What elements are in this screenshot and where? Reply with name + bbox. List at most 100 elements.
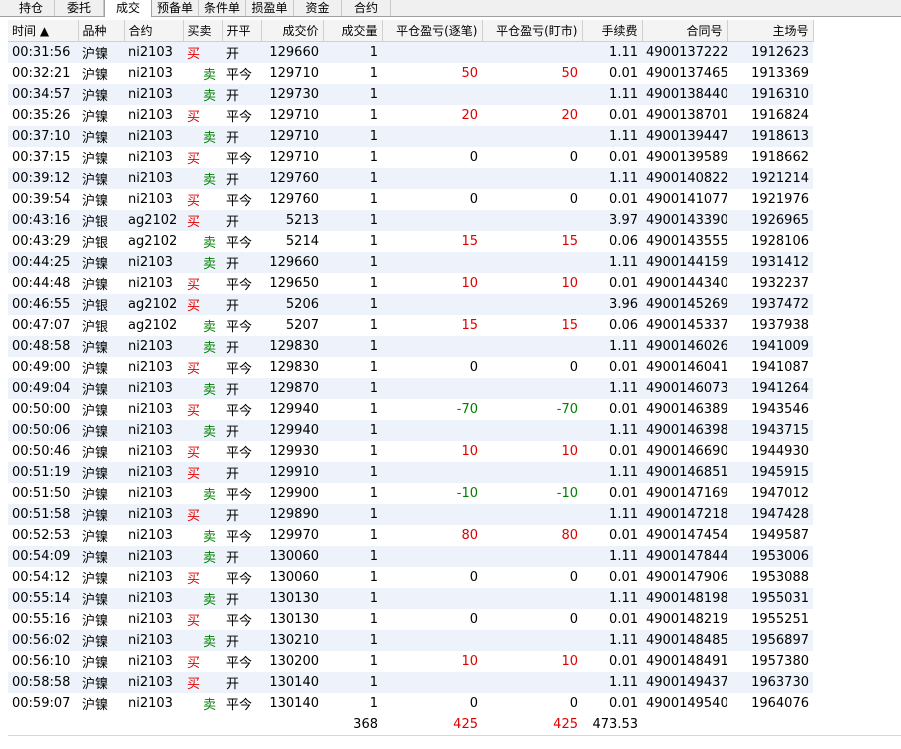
table-row[interactable]: 00:35:26 沪镍 ni2103 买平今 129710 1 20 20 0.01 490013… (8, 105, 813, 126)
cell-volume: 1 (323, 41, 382, 63)
cell-exchange-id: 1955251 (727, 609, 813, 630)
table-row[interactable]: 00:37:15 沪镍 ni2103 买平今 129710 1 0 0 0.01 49001395… (8, 147, 813, 168)
table-row[interactable]: 00:44:48 沪镍 ni2103 买平今 129650 1 10 10 0.01 490014… (8, 273, 813, 294)
column-header-pnl-mark[interactable]: 平仓盈亏(盯市) (482, 20, 583, 42)
table-row[interactable]: 00:50:06 沪镍 ni2103 卖开 129940 1 1.11 4900146398 1… (8, 420, 813, 441)
table-row[interactable]: 00:44:25 沪镍 ni2103 卖开 129660 1 1.11 4900144159 1… (8, 252, 813, 273)
table-row[interactable]: 00:49:00 沪镍 ni2103 买平今 129830 1 0 0 0.01 49001460… (8, 357, 813, 378)
table-row[interactable]: 00:48:58 沪镍 ni2103 卖开 129830 1 1.11 4900146026 1… (8, 336, 813, 357)
table-row[interactable]: 00:39:54 沪镍 ni2103 买平今 129760 1 0 0 0.01 49001410… (8, 189, 813, 210)
cell-product: 沪镍 (78, 84, 124, 105)
column-header-fee[interactable]: 手续费 (582, 20, 643, 42)
cell-exchange-id: 1957380 (727, 651, 813, 672)
column-header-contract[interactable]: 合约 (124, 20, 184, 42)
table-row[interactable]: 00:54:09 沪镍 ni2103 卖开 130060 1 1.11 4900147844 1… (8, 546, 813, 567)
tab-trades[interactable]: 成交 (104, 0, 152, 17)
cell-side: 买 (183, 147, 222, 168)
column-header-product[interactable]: 品种 (78, 20, 125, 42)
cell-pnl-trade: 0 (382, 693, 482, 714)
cell-pnl-trade (382, 420, 482, 441)
cell-pnl-mark (482, 336, 582, 357)
column-header-pnl-trade[interactable]: 平仓盈亏(逐笔) (382, 20, 483, 42)
tab-orders[interactable]: 委托 (55, 0, 104, 16)
cell-pnl-mark: 50 (482, 63, 582, 84)
cell-side: 卖 (183, 483, 222, 504)
table-row[interactable]: 00:55:14 沪镍 ni2103 卖开 130130 1 1.11 4900148198 1… (8, 588, 813, 609)
table-row[interactable]: 00:37:10 沪镍 ni2103 卖开 129710 1 1.11 4900139447 1… (8, 126, 813, 147)
cell-product: 沪镍 (78, 546, 124, 567)
cell-exchange-id: 1937472 (727, 294, 813, 315)
table-row[interactable]: 00:55:16 沪镍 ni2103 买平今 130130 1 0 0 0.01 49001482… (8, 609, 813, 630)
column-header-time[interactable]: 时间 ▲ (8, 20, 79, 42)
table-row[interactable]: 00:31:56 沪镍 ni2103 买开 129660 1 1.11 4900137222 1… (8, 41, 813, 63)
column-header-price[interactable]: 成交价 (261, 20, 324, 42)
cell-fee: 0.01 (582, 357, 642, 378)
table-row[interactable]: 00:43:16 沪银 ag2102 买开 5213 1 3.97 4900143390 192… (8, 210, 813, 231)
table-row[interactable]: 00:39:12 沪镍 ni2103 卖开 129760 1 1.11 4900140822 1… (8, 168, 813, 189)
cell-time: 00:46:55 (8, 294, 78, 315)
cell-exchange-id: 1953006 (727, 546, 813, 567)
table-row[interactable]: 00:50:46 沪镍 ni2103 买平今 129930 1 10 10 0.01 490014… (8, 441, 813, 462)
cell-product: 沪镍 (78, 189, 124, 210)
table-row[interactable]: 00:54:12 沪镍 ni2103 买平今 130060 1 0 0 0.01 49001479… (8, 567, 813, 588)
tab-contracts[interactable]: 合约 (342, 0, 391, 16)
table-row[interactable]: 00:51:50 沪镍 ni2103 卖平今 129900 1 -10 -10 0.01 4900… (8, 483, 813, 504)
cell-fee: 1.11 (582, 504, 642, 525)
cell-time: 00:35:26 (8, 105, 78, 126)
table-row[interactable]: 00:46:55 沪银 ag2102 买开 5206 1 3.96 4900145269 193… (8, 294, 813, 315)
cell-product: 沪镍 (78, 126, 124, 147)
cell-fee: 1.11 (582, 84, 642, 105)
tab-funds[interactable]: 资金 (294, 0, 342, 16)
table-row[interactable]: 00:52:53 沪镍 ni2103 卖平今 129970 1 80 80 0.01 490014… (8, 525, 813, 546)
table-row[interactable]: 00:32:21 沪镍 ni2103 卖平今 129710 1 50 50 0.01 490013… (8, 63, 813, 84)
cell-product: 沪镍 (78, 420, 124, 441)
column-header-side[interactable]: 买卖 (183, 20, 223, 42)
table-row[interactable]: 00:59:07 沪镍 ni2103 卖平今 130140 1 0 0 0.01 49001495… (8, 693, 813, 714)
cell-product: 沪镍 (78, 588, 124, 609)
cell-exchange-id: 1956897 (727, 630, 813, 651)
table-row[interactable]: 00:51:58 沪镍 ni2103 买开 129890 1 1.11 4900147218 1… (8, 504, 813, 525)
cell-pnl-trade (382, 210, 482, 231)
table-row[interactable]: 00:51:19 沪镍 ni2103 买开 129910 1 1.11 4900146851 1… (8, 462, 813, 483)
cell-pnl-trade: 50 (382, 63, 482, 84)
column-header-order-id[interactable]: 合同号 (642, 20, 728, 42)
cell-side: 买 (183, 41, 222, 63)
cell-time: 00:34:57 (8, 84, 78, 105)
cell-pnl-trade (382, 252, 482, 273)
cell-price: 129970 (261, 525, 323, 546)
column-header-open-close[interactable]: 开平 (222, 20, 262, 42)
table-row[interactable]: 00:34:57 沪镍 ni2103 卖开 129730 1 1.11 4900138440 1… (8, 84, 813, 105)
cell-product: 沪镍 (78, 672, 124, 693)
column-header-exchange-id[interactable]: 主场号 (727, 20, 814, 42)
tab-preorders[interactable]: 预备单 (152, 0, 199, 16)
tab-stop-orders[interactable]: 损盈单 (246, 0, 294, 16)
cell-contract: ni2103 (124, 693, 183, 714)
table-row[interactable]: 00:47:07 沪银 ag2102 卖平今 5207 1 15 15 0.06 49001453… (8, 315, 813, 336)
cell-product: 沪镍 (78, 273, 124, 294)
cell-open-close: 平今 (222, 651, 261, 672)
cell-price: 129760 (261, 168, 323, 189)
cell-pnl-trade (382, 672, 482, 693)
cell-contract: ni2103 (124, 252, 183, 273)
cell-product: 沪镍 (78, 105, 124, 126)
cell-volume: 1 (323, 105, 382, 126)
cell-exchange-id: 1964076 (727, 693, 813, 714)
cell-open-close: 平今 (222, 441, 261, 462)
cell-time: 00:32:21 (8, 63, 78, 84)
column-header-volume[interactable]: 成交量 (323, 20, 383, 42)
cell-pnl-trade: 0 (382, 189, 482, 210)
tab-positions[interactable]: 持仓 (8, 0, 55, 16)
cell-pnl-trade: -10 (382, 483, 482, 504)
cell-fee: 1.11 (582, 336, 642, 357)
table-row[interactable]: 00:56:02 沪镍 ni2103 卖开 130210 1 1.11 4900148485 1… (8, 630, 813, 651)
table-row[interactable]: 00:56:10 沪镍 ni2103 买平今 130200 1 10 10 0.01 490014… (8, 651, 813, 672)
cell-price: 129890 (261, 504, 323, 525)
cell-pnl-trade (382, 84, 482, 105)
tab-conditional-orders[interactable]: 条件单 (199, 0, 246, 16)
table-row[interactable]: 00:43:29 沪银 ag2102 卖平今 5214 1 15 15 0.06 49001435… (8, 231, 813, 252)
table-row[interactable]: 00:49:04 沪镍 ni2103 卖开 129870 1 1.11 4900146073 1… (8, 378, 813, 399)
cell-pnl-mark (482, 126, 582, 147)
table-row[interactable]: 00:50:00 沪镍 ni2103 买平今 129940 1 -70 -70 0.01 4900… (8, 399, 813, 420)
cell-price: 130060 (261, 546, 323, 567)
table-row[interactable]: 00:58:58 沪镍 ni2103 买开 130140 1 1.11 4900149437 1… (8, 672, 813, 693)
